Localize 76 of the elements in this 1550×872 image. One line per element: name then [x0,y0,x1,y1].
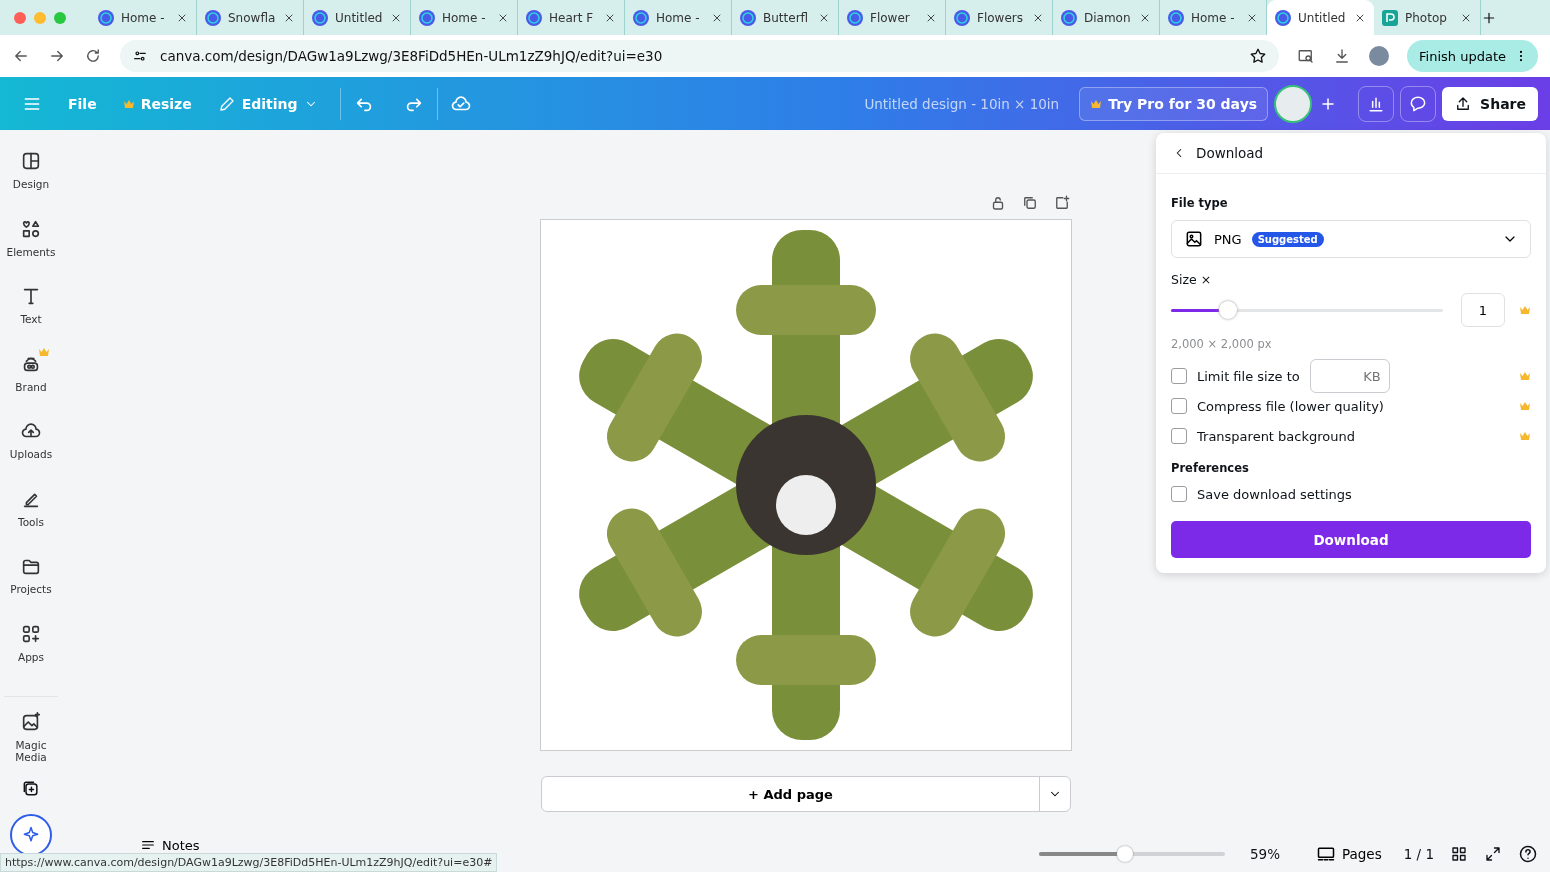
sidebar-item[interactable]: Uploads [0,420,62,488]
checkbox[interactable] [1171,428,1187,444]
grid-view-icon[interactable] [1450,845,1468,863]
checkbox[interactable] [1171,486,1187,502]
canva-logo-icon [740,9,756,26]
checkbox[interactable] [1171,368,1187,384]
zoom-value[interactable]: 59% [1249,846,1280,862]
status-url: https://www.canva.com/design/DAGw1a9Lzwg/3E8FiDd5HEn-ULm1zZ9hJQ/edit?ui=e30# [0,853,498,872]
option-label: Compress file (lower quality) [1197,398,1384,414]
sidebar-item[interactable]: Brand [0,352,62,420]
sidebar-item[interactable]: Apps [0,622,62,690]
site-settings-icon[interactable] [132,48,148,64]
canva-logo-icon [1275,9,1291,26]
crown-icon [1519,401,1531,411]
canva-logo-icon [1168,9,1184,26]
crown-icon [122,98,135,109]
canva-logo-icon [98,9,114,26]
file-size-field[interactable]: KB [1309,359,1390,393]
add-page-icon[interactable] [1053,194,1071,212]
pages-button[interactable]: Pages [1309,843,1388,865]
help-icon[interactable] [1518,844,1538,864]
crown-icon [1090,98,1103,109]
finish-update-button[interactable]: Finish update [1407,40,1538,72]
size-label: Size × [1171,272,1213,287]
photopea-logo-icon [1382,9,1398,26]
pages-icon [1315,844,1336,864]
size-input[interactable]: 1 [1461,293,1505,327]
option-label: Save download settings [1197,486,1352,502]
fullscreen-icon[interactable] [1484,845,1502,863]
dimensions-text: 2,000 × 2,000 px [1171,337,1273,351]
canva-logo-icon [633,9,649,26]
profile-avatar[interactable] [1369,46,1390,66]
reload-icon[interactable] [84,47,102,65]
sidebar-item[interactable]: Text [0,285,62,353]
user-avatar[interactable] [1274,84,1313,123]
crown-icon [1519,371,1531,381]
zoom-slider-thumb[interactable] [1116,846,1133,862]
analytics-button[interactable] [1358,85,1395,122]
star-icon[interactable] [1249,47,1268,65]
preferences-label: Preferences [1171,461,1250,475]
try-pro-button[interactable]: Try Pro for 30 days [1079,86,1269,121]
canva-logo-icon [205,9,221,26]
sidebar-item[interactable]: Design [0,150,62,218]
crown-icon [1519,431,1531,441]
share-button[interactable]: Share [1442,86,1538,121]
download-button[interactable]: Download [1171,521,1531,558]
canva-logo-icon [1061,9,1077,26]
layout-icon [20,150,42,172]
option-label: Limit file size to [1197,368,1300,384]
canva-logo-icon [526,9,542,26]
magic-assistant-button[interactable] [10,814,52,856]
address-bar[interactable]: canva.com/design/DAGw1a9Lzwg/3E8FiDd5HEn-ULm1zZ9hJQ/edit?ui=e30 [120,40,1280,72]
sidebar-item[interactable]: Magic Media [0,711,62,779]
notes-button[interactable]: Notes [140,837,200,853]
browser-tab[interactable]: Untitled [1267,0,1374,35]
sidebar-item[interactable]: Elements [0,217,62,285]
checkbox[interactable] [1171,398,1187,414]
option-label: Transparent background [1197,428,1355,444]
sidebar-item[interactable]: Projects [0,555,62,623]
crown-icon [38,346,50,357]
image-sparkle-icon [20,711,42,733]
crown-icon [1519,305,1531,315]
duplicate-icon[interactable] [1021,194,1039,212]
page-count: 1 / 1 [1403,846,1434,862]
file-type-dropdown[interactable]: PNG Suggested [1171,220,1531,258]
comment-button[interactable] [1400,85,1437,122]
sidebar-item[interactable]: Tools [0,487,62,555]
canva-logo-icon [847,9,863,26]
canva-logo-icon [954,9,970,26]
canva-logo-icon [419,9,435,26]
suggested-badge: Suggested [1251,231,1324,247]
panel-title: Download [1196,145,1264,161]
file-type-label: File type [1171,196,1229,210]
size-slider-thumb[interactable] [1219,301,1238,319]
canva-logo-icon [312,9,328,26]
image-icon [1184,229,1204,249]
